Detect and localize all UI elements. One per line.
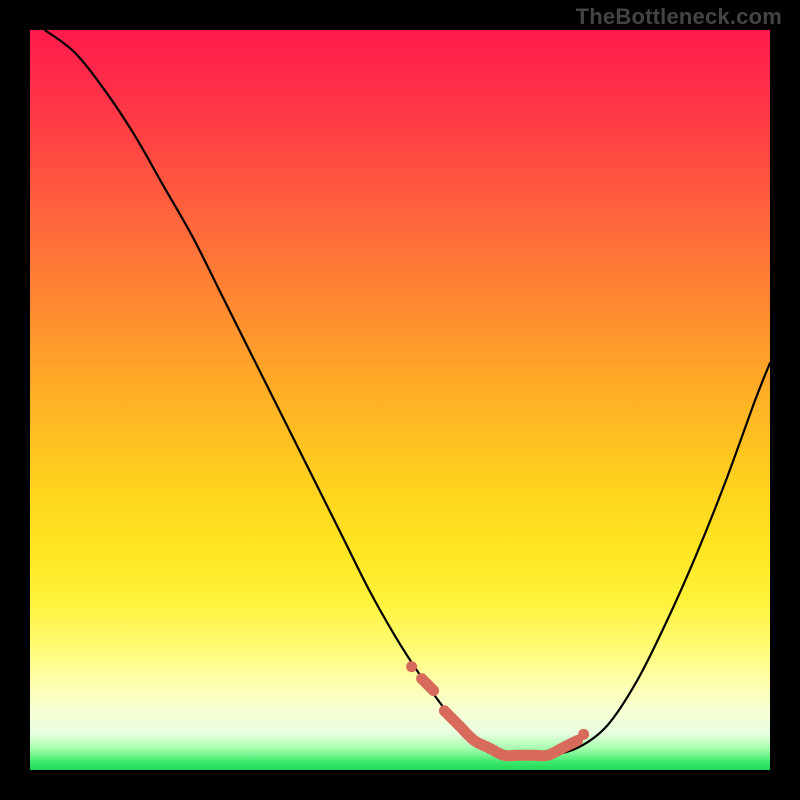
optimal-zone-end-dot xyxy=(578,729,589,740)
bottleneck-curve xyxy=(45,30,770,756)
optimal-zone-marker xyxy=(406,661,589,756)
plot-area xyxy=(30,30,770,770)
curve-svg xyxy=(30,30,770,770)
optimal-zone-dash xyxy=(422,679,434,691)
watermark-text: TheBottleneck.com xyxy=(576,4,782,30)
chart-container: TheBottleneck.com xyxy=(0,0,800,800)
optimal-zone-dot xyxy=(406,661,417,672)
optimal-zone-segment xyxy=(444,711,577,756)
